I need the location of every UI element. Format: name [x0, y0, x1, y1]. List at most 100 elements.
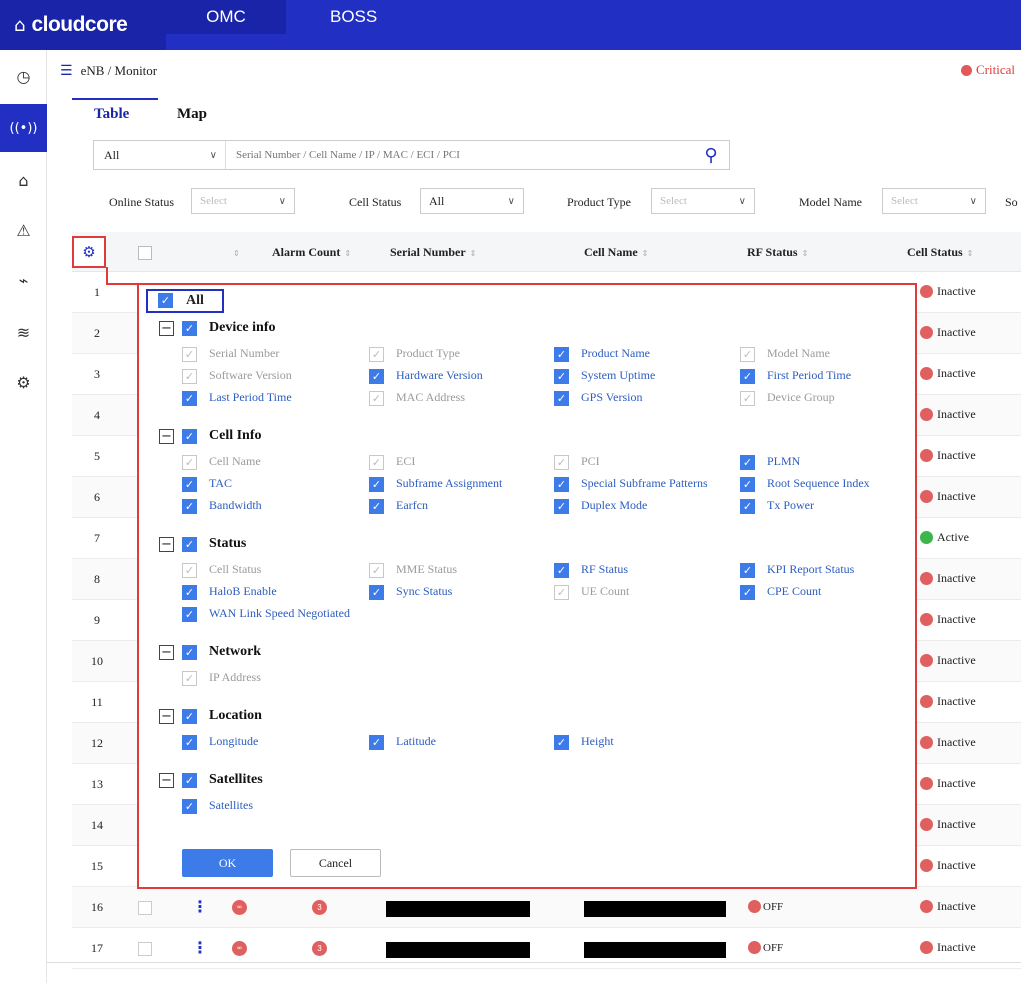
option-ip-address-checkbox[interactable]: ✓	[182, 671, 197, 686]
collapse-satellites-icon[interactable]: −	[159, 773, 174, 788]
cell-status-text: Inactive	[937, 571, 976, 585]
option-serial-number-checkbox[interactable]: ✓	[182, 347, 197, 362]
col-alarm-count[interactable]: Alarm Count ⇕	[272, 232, 351, 272]
option-subframe-assignment-checkbox[interactable]: ✓	[369, 477, 384, 492]
search-input[interactable]	[226, 141, 693, 169]
section-satellites-checkbox[interactable]: ✓	[182, 773, 197, 788]
option-latitude-checkbox[interactable]: ✓	[369, 735, 384, 750]
row-actions-icon[interactable]: ⋮	[192, 938, 208, 957]
dashboard-icon[interactable]: ◷	[0, 56, 47, 96]
option-mme-status-checkbox[interactable]: ✓	[369, 563, 384, 578]
critical-alarm-indicator[interactable]: Critical	[961, 62, 1015, 78]
ok-button[interactable]: OK	[182, 849, 273, 877]
option-earfcn-checkbox[interactable]: ✓	[369, 499, 384, 514]
table-row[interactable]: 16 ⋮ ∞ 3 OFF Inactive	[72, 887, 1021, 928]
option-longitude-checkbox[interactable]: ✓	[182, 735, 197, 750]
option-bandwidth-checkbox[interactable]: ✓	[182, 499, 197, 514]
alarm-icon[interactable]: ⚠	[0, 210, 47, 250]
cell-status: Inactive	[920, 366, 976, 381]
option-product-type-checkbox[interactable]: ✓	[369, 347, 384, 362]
section-location-checkbox[interactable]: ✓	[182, 709, 197, 724]
option-rf-status-checkbox[interactable]: ✓	[554, 563, 569, 578]
collapse-location-icon[interactable]: −	[159, 709, 174, 724]
option-first-period-time-checkbox[interactable]: ✓	[740, 369, 755, 384]
option-tx-power-checkbox[interactable]: ✓	[740, 499, 755, 514]
router-icon[interactable]: ⌂	[0, 160, 47, 200]
option-height-checkbox[interactable]: ✓	[554, 735, 569, 750]
redacted-cell-name	[584, 901, 726, 917]
chevron-down-icon: ∨	[278, 195, 286, 207]
row-actions-icon[interactable]: ⋮	[192, 897, 208, 916]
brand-logo[interactable]: ⌂ cloudcore	[0, 0, 166, 50]
row-checkbox[interactable]	[138, 901, 152, 915]
option-gps-version-checkbox[interactable]: ✓	[554, 391, 569, 406]
select-all-checkbox[interactable]: ✓	[158, 293, 173, 308]
cell-status-select[interactable]: All ∨	[420, 188, 524, 214]
collapse-device-info-icon[interactable]: −	[159, 321, 174, 336]
col-rf-status[interactable]: RF Status ⇕	[747, 232, 808, 272]
option-eci-checkbox[interactable]: ✓	[369, 455, 384, 470]
online-status-select[interactable]: Select ∨	[191, 188, 295, 214]
search-scope-select[interactable]: All ∨	[94, 141, 226, 169]
option-mac-address-checkbox[interactable]: ✓	[369, 391, 384, 406]
option-cell-name-checkbox[interactable]: ✓	[182, 455, 197, 470]
option-plmn-checkbox[interactable]: ✓	[740, 455, 755, 470]
model-name-select[interactable]: Select ∨	[882, 188, 986, 214]
section-device-info-checkbox[interactable]: ✓	[182, 321, 197, 336]
collapse-status-icon[interactable]: −	[159, 537, 174, 552]
option-cpe-count-checkbox[interactable]: ✓	[740, 585, 755, 600]
option-ue-count-checkbox[interactable]: ✓	[554, 585, 569, 600]
option-halob-enable-checkbox[interactable]: ✓	[182, 585, 197, 600]
option-wan-link-speed-negotiated-checkbox[interactable]: ✓	[182, 607, 197, 622]
option-cell-status-checkbox[interactable]: ✓	[182, 563, 197, 578]
section-network-checkbox[interactable]: ✓	[182, 645, 197, 660]
option-duplex-mode-checkbox[interactable]: ✓	[554, 499, 569, 514]
col-cell-status[interactable]: Cell Status ⇕	[907, 232, 973, 272]
cell-status-icon	[920, 736, 933, 749]
nav-boss[interactable]: BOSS	[330, 0, 377, 34]
menu-toggle-icon[interactable]: ☰	[60, 63, 73, 79]
product-type-select[interactable]: Select ∨	[651, 188, 755, 214]
cell-status: Inactive	[920, 735, 976, 750]
option-system-uptime-checkbox[interactable]: ✓	[554, 369, 569, 384]
tab-map[interactable]: Map	[177, 106, 207, 123]
antenna-icon[interactable]: ((•))	[0, 104, 47, 152]
option-hardware-version-checkbox[interactable]: ✓	[369, 369, 384, 384]
row-number: 10	[91, 654, 103, 668]
option-last-period-time-label: Last Period Time	[209, 390, 292, 404]
section-status-checkbox[interactable]: ✓	[182, 537, 197, 552]
option-software-version-checkbox[interactable]: ✓	[182, 369, 197, 384]
option-last-period-time-checkbox[interactable]: ✓	[182, 391, 197, 406]
chart-icon[interactable]: ⌁	[0, 260, 47, 300]
option-special-subframe-patterns-checkbox[interactable]: ✓	[554, 477, 569, 492]
row-checkbox[interactable]	[138, 942, 152, 956]
option-pci-checkbox[interactable]: ✓	[554, 455, 569, 470]
search-icon[interactable]: ⚲	[693, 145, 729, 166]
nav-omc[interactable]: OMC	[166, 0, 286, 34]
layers-icon[interactable]: ≋	[0, 312, 47, 352]
option-tac-checkbox[interactable]: ✓	[182, 477, 197, 492]
settings-icon[interactable]: ⚙	[0, 362, 47, 402]
select-all-rows-checkbox[interactable]	[138, 246, 152, 260]
section-cell-info-checkbox[interactable]: ✓	[182, 429, 197, 444]
option-kpi-report-status-checkbox[interactable]: ✓	[740, 563, 755, 578]
col-cell-name[interactable]: Cell Name ⇕	[584, 232, 648, 272]
column-settings-icon[interactable]: ⚙	[72, 236, 106, 268]
option-sync-status-checkbox[interactable]: ✓	[369, 585, 384, 600]
option-satellites-checkbox[interactable]: ✓	[182, 799, 197, 814]
option-device-group-checkbox[interactable]: ✓	[740, 391, 755, 406]
collapse-cell-info-icon[interactable]: −	[159, 429, 174, 444]
option-product-name-checkbox[interactable]: ✓	[554, 347, 569, 362]
alarm-count-badge[interactable]: 3	[312, 941, 327, 956]
alarm-count-badge[interactable]: 3	[312, 900, 327, 915]
critical-label: Critical	[976, 62, 1015, 77]
option-root-sequence-index-checkbox[interactable]: ✓	[740, 477, 755, 492]
col-serial-number[interactable]: Serial Number ⇕	[390, 232, 476, 272]
tab-table[interactable]: Table	[94, 106, 129, 123]
collapse-network-icon[interactable]: −	[159, 645, 174, 660]
home-icon[interactable]: ⌂	[14, 15, 25, 36]
option-model-name-checkbox[interactable]: ✓	[740, 347, 755, 362]
cell-status-text: Active	[937, 530, 969, 544]
sort-icon[interactable]: ⇕	[229, 232, 240, 272]
cancel-button[interactable]: Cancel	[290, 849, 381, 877]
